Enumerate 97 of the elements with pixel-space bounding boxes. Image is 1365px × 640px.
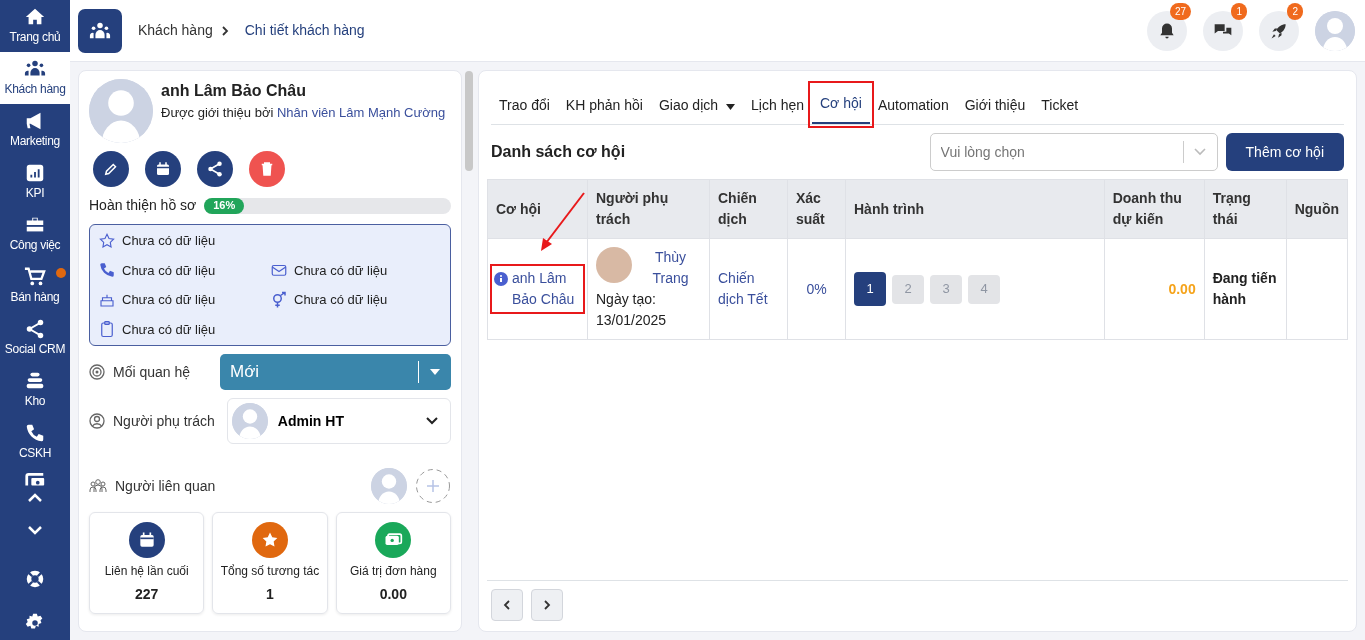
- stat-value: 0.00: [379, 585, 407, 604]
- column-header: Cơ hội: [487, 179, 588, 239]
- avatar: [89, 79, 153, 143]
- gender-icon: [270, 290, 288, 309]
- sidebar-item[interactable]: Khách hàng: [0, 52, 70, 104]
- info-text: Chưa có dữ liệu: [122, 232, 216, 250]
- count-badge: 2: [1287, 2, 1303, 20]
- chevron-up-icon: [27, 492, 43, 504]
- journey-step[interactable]: 1: [854, 272, 886, 306]
- info-icon: [494, 272, 508, 286]
- column-header: Chiến dịch: [709, 179, 788, 239]
- column-header: Người phụ trách: [587, 179, 710, 239]
- sidebar-item[interactable]: Bán hàng: [0, 260, 70, 312]
- chevron-down-icon: [1193, 148, 1206, 156]
- sidebar-item[interactable]: Kho: [0, 364, 70, 416]
- related-label: Người liên quan: [115, 476, 216, 496]
- pointer-arrow: [541, 192, 585, 251]
- column-header: Doanh thu dự kiến: [1104, 179, 1205, 239]
- info-text: Chưa có dữ liệu: [122, 320, 216, 339]
- calendar-button[interactable]: [145, 151, 181, 187]
- probability-text: 0%: [806, 280, 827, 297]
- info-text: Chưa có dữ liệu: [122, 291, 216, 309]
- delete-button[interactable]: [249, 151, 285, 187]
- breadcrumb-link[interactable]: Chi tiết khách hàng: [244, 20, 365, 41]
- breadcrumb-link[interactable]: Khách hàng: [138, 20, 213, 41]
- cart-icon: [24, 266, 46, 288]
- person-icon: [89, 413, 105, 429]
- relationship-label: Mối quan hệ: [113, 362, 191, 382]
- bar-chart-icon: [24, 162, 46, 184]
- photo-placeholder: [596, 247, 632, 283]
- stat-label: Giá trị đơn hàng: [350, 563, 437, 580]
- tab[interactable]: KH phản hồi: [557, 87, 651, 124]
- edit-button[interactable]: [93, 151, 129, 187]
- revenue-value: 0.00: [1168, 280, 1196, 297]
- chevron-down-icon: [426, 417, 438, 425]
- filter-select[interactable]: Vui lòng chọn: [929, 133, 1218, 171]
- owner-label: Người phụ trách: [113, 411, 215, 431]
- caret-icon: [429, 368, 441, 376]
- customers-button[interactable]: [78, 8, 122, 53]
- stat-label: Liên hệ lần cuối: [104, 563, 189, 580]
- tab[interactable]: Automation: [869, 87, 957, 124]
- info-text: Chưa có dữ liệu: [294, 261, 388, 280]
- relationship-select[interactable]: Mới: [220, 354, 451, 390]
- lifebuoy-icon: [24, 568, 46, 590]
- completion-label: Hoàn thiện hồ sơ: [89, 196, 197, 215]
- screen-icon: [24, 472, 46, 486]
- avatar: [371, 468, 407, 504]
- tab[interactable]: Ticket: [1033, 87, 1087, 124]
- count-badge: 1: [1231, 2, 1247, 20]
- referral-text: Được giới thiệu bởi Nhân viên Lâm Mạnh Cường: [161, 104, 446, 122]
- progress-fill: 16%: [204, 197, 245, 214]
- column-header: Nguồn: [1286, 179, 1348, 239]
- column-header: Xác suất: [787, 179, 846, 239]
- chevron-left-icon: [501, 599, 513, 611]
- status-text: Đang tiến hành: [1212, 270, 1277, 307]
- stat-label: Tổng số tương tác: [220, 563, 320, 580]
- star-icon: [98, 231, 116, 250]
- sidebar-item[interactable]: Công việc: [0, 208, 70, 260]
- info-text: Chưa có dữ liệu: [122, 261, 216, 280]
- tab[interactable]: Trao đổi: [491, 87, 558, 124]
- clipboard-icon: [98, 320, 116, 339]
- calendar-icon: [154, 160, 172, 178]
- sidebar-item[interactable]: KPI: [0, 156, 70, 208]
- phone-icon: [98, 261, 116, 280]
- chevron-down-icon: [27, 524, 43, 536]
- tab[interactable]: Giao dịch: [650, 87, 744, 124]
- stat-value: 1: [266, 585, 274, 604]
- sidebar-item[interactable]: Social CRM: [0, 312, 70, 364]
- created-date: Ngày tạo: 13/01/2025: [596, 290, 668, 330]
- chevron-right-icon: [541, 599, 553, 611]
- share-icon: [206, 160, 224, 178]
- customer-name: anh Lâm Bảo Châu: [161, 81, 307, 101]
- next-button[interactable]: [531, 589, 563, 621]
- group-icon: [89, 478, 107, 494]
- list-title: Danh sách cơ hội: [491, 142, 626, 162]
- previous-button[interactable]: [491, 589, 523, 621]
- owner-name[interactable]: Thùy Trang: [640, 247, 701, 289]
- add-opportunity-button[interactable]: Thêm cơ hội: [1225, 133, 1344, 171]
- tab[interactable]: Lịch hẹn: [743, 87, 812, 124]
- column-header: Hành trình: [845, 179, 1105, 239]
- sidebar-item[interactable]: Trang chủ: [0, 0, 70, 52]
- column-header: Trạng thái: [1204, 179, 1287, 239]
- referrer-link[interactable]: Nhân viên Lâm Mạnh Cường: [276, 105, 446, 120]
- phone-icon: [24, 422, 46, 444]
- count-badge: 27: [1169, 2, 1191, 20]
- sidebar-item[interactable]: CSKH: [0, 416, 70, 468]
- share-icon: [24, 318, 46, 340]
- stat-value: 227: [135, 585, 159, 604]
- chevron-right-icon: [220, 24, 229, 37]
- owner-select[interactable]: Admin HT: [226, 398, 451, 444]
- share-button[interactable]: [197, 151, 233, 187]
- info-text: Chưa có dữ liệu: [294, 291, 388, 309]
- tab[interactable]: Giới thiệu: [956, 87, 1034, 124]
- avatar: [231, 403, 268, 439]
- target-icon: [89, 364, 105, 380]
- sidebar-item[interactable]: Marketing: [0, 104, 70, 156]
- scrollbar[interactable]: [465, 71, 473, 171]
